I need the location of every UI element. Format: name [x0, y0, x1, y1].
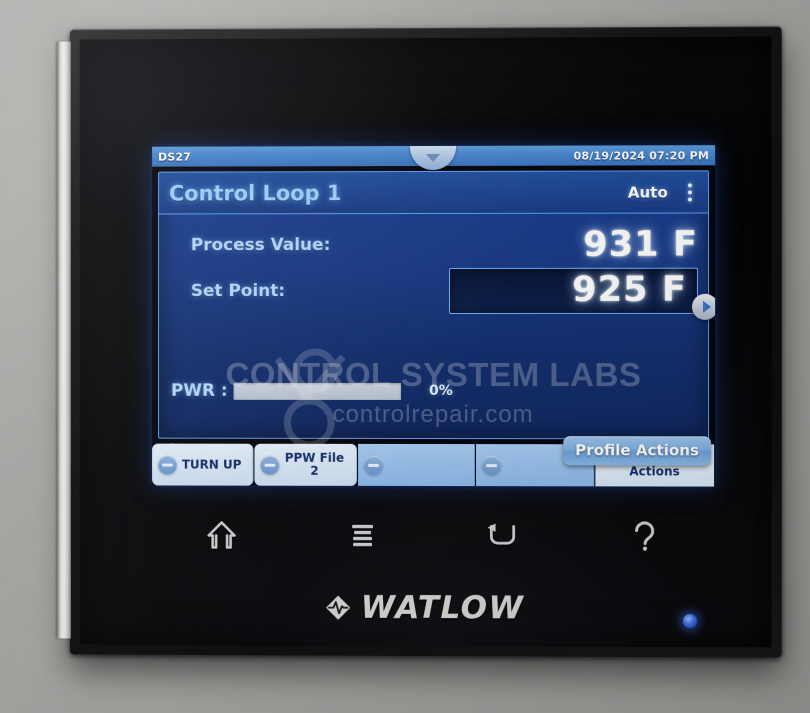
- process-value-row: Process Value: 931 F: [169, 222, 698, 269]
- back-arrow-icon[interactable]: [476, 510, 530, 560]
- question-mark-icon[interactable]: [617, 510, 671, 560]
- status-bar: DS27 08/19/2024 07:20 PM: [152, 145, 716, 171]
- lcd-screen[interactable]: DS27 08/19/2024 07:20 PM Control Loop 1 …: [152, 145, 716, 487]
- watlow-wordmark: WATLOW: [360, 589, 525, 627]
- process-value-reading: 931 F: [583, 224, 698, 265]
- minus-circle-icon: [158, 455, 177, 475]
- kebab-menu-icon[interactable]: [682, 182, 698, 201]
- control-mode-label[interactable]: Auto: [628, 183, 668, 201]
- hardware-navigation-bar: [152, 503, 715, 567]
- watlow-controller-device: DS27 08/19/2024 07:20 PM Control Loop 1 …: [56, 26, 782, 658]
- minus-circle-icon: [260, 455, 280, 475]
- chevron-right-icon[interactable]: [691, 293, 716, 320]
- function-button-label: PPW File 2: [284, 451, 345, 478]
- set-point-label: Set Point:: [190, 281, 286, 302]
- page-title: Control Loop 1: [168, 180, 342, 205]
- set-point-row: Set Point: 925 F: [169, 267, 698, 314]
- minus-circle-icon: [363, 455, 383, 475]
- profile-actions-button[interactable]: Profile Actions: [563, 436, 712, 466]
- panel-mounting-strip: [56, 41, 71, 639]
- set-point-input[interactable]: 925 F: [449, 267, 698, 314]
- function-button-turn-up[interactable]: TURN UP: [152, 443, 254, 486]
- process-value-label: Process Value:: [190, 235, 331, 256]
- power-bar: [233, 382, 402, 400]
- photograph-background: DS27 08/19/2024 07:20 PM Control Loop 1 …: [0, 0, 810, 713]
- function-button-ppw-file[interactable]: PPW File 2: [254, 443, 357, 486]
- panel-spacer: [169, 314, 698, 376]
- control-loop-panel: Control Loop 1 Auto Process Value: 931 F: [158, 170, 710, 440]
- datetime-label: 08/19/2024 07:20 PM: [573, 148, 710, 163]
- watlow-diamond-icon: [324, 594, 352, 622]
- function-button-empty-3[interactable]: [357, 443, 476, 487]
- menu-lines-icon[interactable]: [335, 510, 389, 560]
- power-status-led: [682, 613, 697, 629]
- device-id-label: DS27: [158, 150, 191, 164]
- home-icon[interactable]: [195, 509, 249, 559]
- power-label: PWR :: [170, 380, 228, 401]
- minus-circle-icon: [482, 455, 502, 475]
- device-front-face: DS27 08/19/2024 07:20 PM Control Loop 1 …: [79, 36, 772, 648]
- control-loop-header: Control Loop 1 Auto: [159, 171, 709, 215]
- watlow-brand-logo: WATLOW: [80, 589, 772, 628]
- power-output-row: PWR : 0%: [169, 376, 698, 406]
- pull-down-handle-icon[interactable]: [409, 145, 456, 171]
- loop-values-area: Process Value: 931 F Set Point: 925 F PW…: [159, 213, 708, 438]
- function-button-label: TURN UP: [181, 457, 242, 472]
- power-percent-label: 0%: [429, 383, 453, 400]
